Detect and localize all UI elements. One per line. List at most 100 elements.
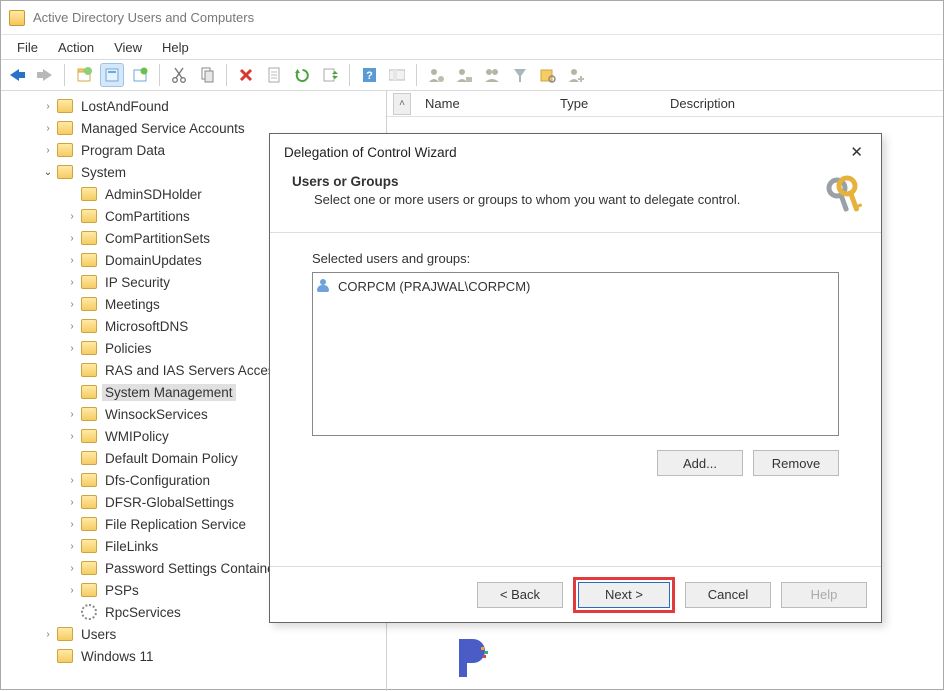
- tree-item[interactable]: Windows 11: [78, 648, 157, 665]
- tree-item[interactable]: WinsockServices: [102, 406, 211, 423]
- find-icon[interactable]: [536, 63, 560, 87]
- dialog-title: Delegation of Control Wizard: [284, 145, 457, 160]
- col-name[interactable]: Name: [425, 96, 560, 111]
- toolbar: ?: [1, 59, 943, 91]
- dialog-footer: < Back Next > Cancel Help: [270, 566, 881, 622]
- tree-item[interactable]: ComPartitionSets: [102, 230, 213, 247]
- tree-item[interactable]: DFSR-GlobalSettings: [102, 494, 237, 511]
- tree-item[interactable]: System: [78, 164, 129, 181]
- menu-file[interactable]: File: [7, 38, 48, 57]
- folder-icon: [81, 429, 97, 443]
- dialog-titlebar[interactable]: Delegation of Control Wizard ✕: [270, 134, 881, 170]
- folder-icon: [81, 473, 97, 487]
- menu-help[interactable]: Help: [152, 38, 199, 57]
- tree-item[interactable]: IP Security: [102, 274, 173, 291]
- folder-icon: [57, 121, 73, 135]
- add-button[interactable]: Add...: [657, 450, 743, 476]
- export-icon[interactable]: [318, 63, 342, 87]
- folder-icon: [57, 627, 73, 641]
- help-icon[interactable]: ?: [357, 63, 381, 87]
- tree-item[interactable]: Dfs-Configuration: [102, 472, 213, 489]
- tree-item[interactable]: RAS and IAS Servers Access: [102, 362, 284, 379]
- folder-icon: [81, 275, 97, 289]
- delete-icon[interactable]: [234, 63, 258, 87]
- folder-icon: [81, 187, 97, 201]
- help-button: Help: [781, 582, 867, 608]
- tree-item[interactable]: Policies: [102, 340, 155, 357]
- tree-item[interactable]: AdminSDHolder: [102, 186, 205, 203]
- keys-icon: [823, 174, 867, 218]
- folder-icon: [81, 231, 97, 245]
- properties-icon[interactable]: [100, 63, 124, 87]
- close-icon[interactable]: ✕: [842, 141, 871, 163]
- copy-icon[interactable]: [195, 63, 219, 87]
- dialog-header: Users or Groups Select one or more users…: [270, 170, 881, 233]
- selected-users-listbox[interactable]: CORPCM (PRAJWAL\CORPCM): [312, 272, 839, 436]
- tree-item[interactable]: Managed Service Accounts: [78, 120, 248, 137]
- tree-item[interactable]: PSPs: [102, 582, 142, 599]
- tree-item[interactable]: RpcServices: [102, 604, 184, 621]
- delegation-wizard-dialog: Delegation of Control Wizard ✕ Users or …: [269, 133, 882, 623]
- tree-item[interactable]: Meetings: [102, 296, 163, 313]
- refresh-list-icon[interactable]: [128, 63, 152, 87]
- folder-icon: [81, 407, 97, 421]
- folder-icon: [81, 561, 97, 575]
- folder-icon: [81, 209, 97, 223]
- app-icon: [9, 10, 25, 26]
- tree-item[interactable]: Password Settings Container: [102, 560, 282, 577]
- list-header: ˄ Name Type Description: [387, 91, 943, 117]
- tree-item[interactable]: File Replication Service: [102, 516, 249, 533]
- back-button[interactable]: < Back: [477, 582, 563, 608]
- tree-item[interactable]: Program Data: [78, 142, 168, 159]
- filter-icon[interactable]: [385, 63, 409, 87]
- tree-item-selected[interactable]: System Management: [102, 384, 236, 401]
- next-button[interactable]: Next >: [578, 582, 670, 608]
- dialog-subheading: Select one or more users or groups to wh…: [292, 192, 740, 207]
- new-container-icon[interactable]: [72, 63, 96, 87]
- menu-view[interactable]: View: [104, 38, 152, 57]
- refresh-icon[interactable]: [290, 63, 314, 87]
- tree-item[interactable]: Default Domain Policy: [102, 450, 241, 467]
- group-tool-icon[interactable]: [480, 63, 504, 87]
- tree-item[interactable]: DomainUpdates: [102, 252, 205, 269]
- gear-icon: [81, 604, 97, 620]
- cancel-button[interactable]: Cancel: [685, 582, 771, 608]
- page-icon[interactable]: [262, 63, 286, 87]
- tree-item[interactable]: Users: [78, 626, 119, 643]
- menu-action[interactable]: Action: [48, 38, 104, 57]
- tree-item[interactable]: LostAndFound: [78, 98, 172, 115]
- col-type[interactable]: Type: [560, 96, 670, 111]
- user-add-icon[interactable]: [564, 63, 588, 87]
- user-icon: [316, 279, 332, 293]
- window-title: Active Directory Users and Computers: [33, 10, 254, 25]
- folder-icon: [81, 583, 97, 597]
- highlight-frame: Next >: [573, 577, 675, 613]
- folder-icon: [57, 165, 73, 179]
- list-item-label: CORPCM (PRAJWAL\CORPCM): [338, 279, 530, 294]
- col-description[interactable]: Description: [670, 96, 735, 111]
- folder-icon: [81, 319, 97, 333]
- folder-icon: [81, 539, 97, 553]
- folder-icon: [81, 297, 97, 311]
- cut-icon[interactable]: [167, 63, 191, 87]
- tree-item[interactable]: WMIPolicy: [102, 428, 172, 445]
- folder-icon: [81, 495, 97, 509]
- list-item[interactable]: CORPCM (PRAJWAL\CORPCM): [316, 276, 835, 296]
- funnel-icon[interactable]: [508, 63, 532, 87]
- user-tool-icon-1[interactable]: [424, 63, 448, 87]
- tree-item[interactable]: MicrosoftDNS: [102, 318, 191, 335]
- folder-icon: [57, 143, 73, 157]
- tree-item[interactable]: FileLinks: [102, 538, 161, 555]
- remove-button[interactable]: Remove: [753, 450, 839, 476]
- user-tool-icon-2[interactable]: [452, 63, 476, 87]
- forward-icon[interactable]: [33, 63, 57, 87]
- folder-icon: [81, 341, 97, 355]
- folder-icon: [81, 451, 97, 465]
- scroll-up-icon[interactable]: ˄: [393, 93, 411, 115]
- menubar: File Action View Help: [1, 35, 943, 59]
- folder-icon: [81, 253, 97, 267]
- folder-icon: [57, 649, 73, 663]
- folder-icon: [81, 363, 97, 377]
- back-icon[interactable]: [5, 63, 29, 87]
- tree-item[interactable]: ComPartitions: [102, 208, 193, 225]
